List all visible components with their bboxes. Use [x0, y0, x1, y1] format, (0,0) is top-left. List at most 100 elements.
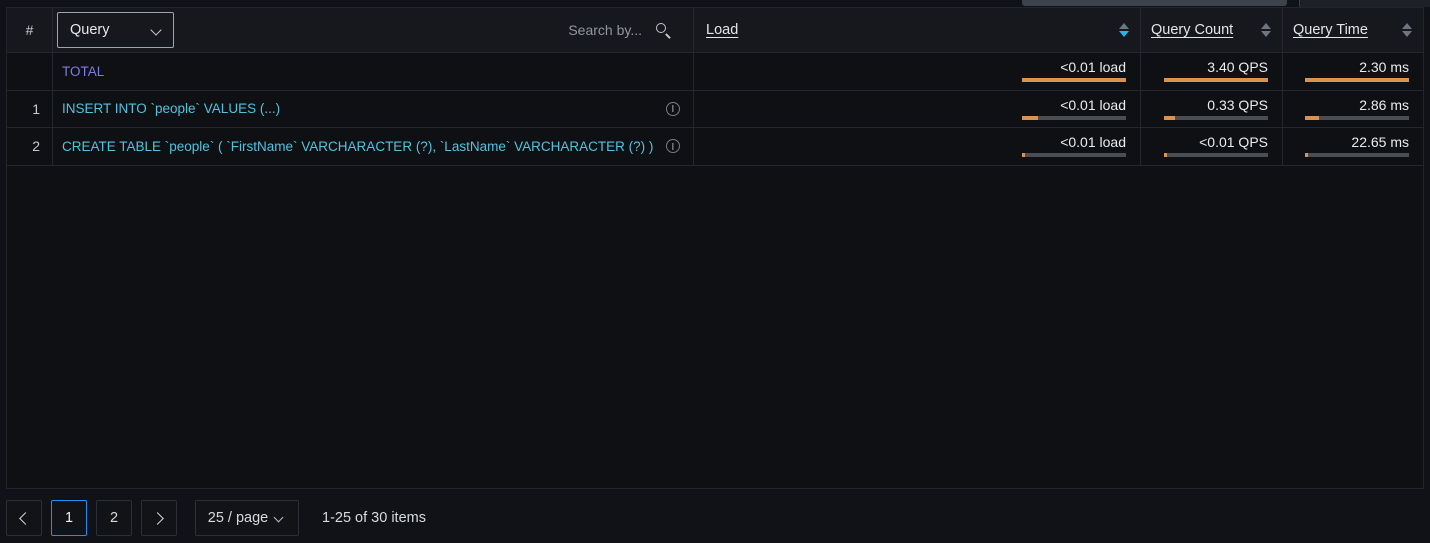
sort-toggle-query-count[interactable]: [1260, 23, 1272, 37]
sort-ascending-icon: [1261, 23, 1271, 29]
pagination-pages: 12: [51, 500, 132, 536]
cut-off-widget-right: [1299, 0, 1430, 7]
row-load-cell-bar: [1022, 78, 1126, 83]
sort-ascending-icon: [1402, 23, 1412, 29]
table-header-row: # Query Load Query C: [7, 8, 1423, 53]
sort-ascending-icon: [1119, 23, 1129, 29]
row-query-count-cell-bar: [1164, 115, 1268, 120]
row-query-count-cell: 0.33 QPS: [1140, 90, 1282, 128]
table-row[interactable]: 1 INSERT INTO `people` VALUES (...) <0.01 …: [7, 90, 1423, 128]
query-table: # Query Load Query C: [6, 7, 1424, 489]
total-label[interactable]: TOTAL: [62, 64, 104, 79]
row-number: 2: [32, 138, 40, 155]
row-load-cell: <0.01 load: [693, 53, 1140, 90]
row-load-cell-bar-fill: [1022, 153, 1026, 158]
query-dimension-dropdown-label: Query: [70, 22, 110, 38]
query-link[interactable]: INSERT INTO `people` VALUES (...): [62, 101, 280, 116]
column-header-query: Query: [52, 8, 693, 52]
sort-toggle-query-time[interactable]: [1401, 23, 1413, 37]
pagination-next-button[interactable]: [141, 500, 177, 536]
query-dimension-dropdown[interactable]: Query: [57, 12, 174, 48]
page-size-dropdown[interactable]: 25 / page: [195, 500, 299, 536]
pagination-summary: 1-25 of 30 items: [322, 510, 426, 526]
row-load-cell-metric: <0.01 load: [694, 128, 1140, 165]
column-header-load[interactable]: Load: [693, 8, 1140, 52]
row-query-time-cell-bar: [1305, 78, 1409, 83]
sort-descending-icon: [1261, 31, 1271, 37]
row-load-cell-metric: <0.01 load: [694, 53, 1140, 90]
pagination-page-2[interactable]: 2: [96, 500, 132, 536]
table-body: TOTAL <0.01 load 3.40 QPS 2.30 ms 1 INSERT IN…: [7, 53, 1423, 166]
row-query-cell: CREATE TABLE `people` ( `FirstName` VARC…: [52, 128, 693, 165]
chevron-down-icon: [152, 25, 163, 36]
row-query-time-cell-metric: 22.65 ms: [1283, 128, 1423, 165]
pagination-prev-button[interactable]: [6, 500, 42, 536]
row-query-time-cell-bar: [1305, 153, 1409, 158]
row-query-count-cell: 3.40 QPS: [1140, 53, 1282, 90]
row-load-cell: <0.01 load: [693, 90, 1140, 128]
search-icon[interactable]: [656, 22, 671, 38]
row-query-count-cell-bar-fill: [1164, 78, 1268, 83]
row-query-time-cell-metric: 2.30 ms: [1283, 53, 1423, 90]
column-header-query-time-label[interactable]: Query Time: [1293, 22, 1368, 38]
row-load-cell-bar-fill: [1022, 78, 1126, 83]
row-query-count-cell-metric: 0.33 QPS: [1141, 91, 1282, 128]
info-icon[interactable]: [666, 139, 680, 154]
row-query-time-cell-bar-fill: [1305, 115, 1319, 120]
table-row[interactable]: TOTAL <0.01 load 3.40 QPS 2.30 ms: [7, 53, 1423, 91]
sort-descending-icon: [1119, 31, 1129, 37]
row-load-cell-value: <0.01 load: [1060, 134, 1126, 151]
column-header-query-time[interactable]: Query Time: [1282, 8, 1423, 52]
chevron-down-icon: [275, 513, 286, 524]
row-query-count-cell-metric: 3.40 QPS: [1141, 53, 1282, 90]
row-query-cell: TOTAL: [52, 53, 693, 90]
row-query-count-cell-value: 0.33 QPS: [1207, 96, 1268, 113]
column-header-load-label[interactable]: Load: [706, 22, 738, 38]
row-query-count-cell-bar: [1164, 78, 1268, 83]
row-query-time-cell-value: 22.65 ms: [1351, 134, 1409, 151]
row-query-count-cell: <0.01 QPS: [1140, 128, 1282, 165]
row-query-count-cell-bar-fill: [1164, 153, 1168, 158]
pagination-page-1[interactable]: 1: [51, 500, 87, 536]
row-query-cell: INSERT INTO `people` VALUES (...): [52, 90, 693, 127]
row-query-count-cell-metric: <0.01 QPS: [1141, 128, 1282, 165]
row-query-count-cell-value: <0.01 QPS: [1199, 134, 1268, 151]
row-query-count-cell-bar: [1164, 153, 1268, 158]
info-icon[interactable]: [666, 101, 680, 116]
column-header-number: #: [7, 8, 52, 52]
row-query-count-cell-bar-fill: [1164, 115, 1176, 120]
row-load-cell-bar: [1022, 115, 1126, 120]
cut-off-toolbar-stubs: [0, 0, 1430, 7]
table-row[interactable]: 2 CREATE TABLE `people` ( `FirstName` VAR…: [7, 128, 1423, 166]
page-size-label: 25 / page: [207, 510, 269, 526]
row-query-time-cell-bar-fill: [1305, 153, 1309, 158]
column-header-query-count[interactable]: Query Count: [1140, 8, 1282, 52]
row-load-cell-value: <0.01 load: [1060, 96, 1126, 113]
row-query-time-cell-value: 2.30 ms: [1359, 59, 1409, 76]
search-input[interactable]: [460, 21, 644, 39]
query-analytics-panel: # Query Load Query C: [0, 0, 1430, 543]
sort-toggle-load[interactable]: [1118, 23, 1130, 37]
cut-off-widget-left: [1022, 0, 1287, 6]
chevron-left-icon: [19, 511, 32, 525]
row-query-time-cell: 22.65 ms: [1282, 128, 1423, 165]
pagination: 12 25 / page 1-25 of 30 items: [6, 500, 426, 536]
row-query-time-cell-bar: [1305, 115, 1409, 120]
query-link[interactable]: CREATE TABLE `people` ( `FirstName` VARC…: [62, 139, 653, 154]
row-load-cell-bar-fill: [1022, 115, 1038, 120]
row-query-count-cell-value: 3.40 QPS: [1207, 59, 1268, 76]
row-number: [7, 53, 52, 90]
row-query-time-cell: 2.86 ms: [1282, 90, 1423, 128]
row-query-time-cell-metric: 2.86 ms: [1283, 91, 1423, 128]
sort-descending-icon: [1402, 31, 1412, 37]
column-header-number-label: #: [25, 22, 34, 38]
row-load-cell-metric: <0.01 load: [694, 91, 1140, 128]
column-header-query-count-label[interactable]: Query Count: [1151, 22, 1233, 38]
row-query-time-cell: 2.30 ms: [1282, 53, 1423, 90]
row-query-time-cell-bar-fill: [1305, 78, 1409, 83]
chevron-right-icon: [151, 511, 164, 525]
row-load-cell-value: <0.01 load: [1060, 59, 1126, 76]
row-load-cell-bar: [1022, 153, 1126, 158]
search-container: [460, 21, 685, 39]
row-load-cell: <0.01 load: [693, 128, 1140, 165]
